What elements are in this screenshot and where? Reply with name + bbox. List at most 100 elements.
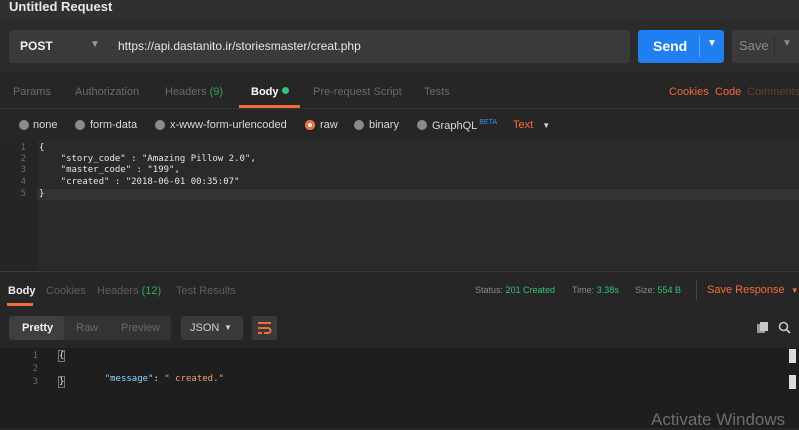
response-headers-count: (12) bbox=[141, 285, 162, 297]
send-label: Send bbox=[653, 38, 688, 54]
chevron-down-icon: ▼ bbox=[790, 286, 799, 295]
radio-none-label[interactable]: none bbox=[33, 119, 57, 131]
response-toolbar: Pretty Raw Preview JSON ▼ bbox=[0, 308, 799, 348]
tab-pre-request-script[interactable]: Pre-request Script bbox=[313, 86, 402, 98]
format-label: JSON bbox=[190, 322, 220, 334]
radio-urlencoded-label[interactable]: x-www-form-urlencoded bbox=[170, 119, 287, 131]
line-number: 3 bbox=[32, 377, 38, 387]
active-line-highlight bbox=[37, 189, 799, 200]
tab-params[interactable]: Params bbox=[13, 86, 51, 98]
status-value[interactable]: 201 Created bbox=[506, 285, 556, 295]
raw-button[interactable]: Raw bbox=[76, 322, 98, 334]
tab-authorization[interactable]: Authorization bbox=[75, 86, 139, 98]
line-number: 1 bbox=[20, 143, 26, 153]
response-status: Status: 201 Created bbox=[475, 285, 555, 295]
body-type-options: none form-data x-www-form-urlencoded raw… bbox=[0, 109, 799, 139]
url-input[interactable]: https://api.dastanito.ir/storiesmaster/c… bbox=[109, 30, 630, 63]
code-line: "story_code" : "Amazing Pillow 2.0", bbox=[39, 154, 256, 164]
wrap-lines-button[interactable] bbox=[252, 316, 277, 340]
tab-headers[interactable]: Headers (9) bbox=[165, 86, 223, 98]
time-value[interactable]: 3.38s bbox=[597, 285, 619, 295]
status-label: Status: bbox=[475, 285, 504, 295]
code-line: "master_code" : "199", bbox=[39, 165, 180, 175]
pretty-label: Pretty bbox=[22, 322, 54, 334]
chevron-down-icon: ▼ bbox=[542, 121, 551, 130]
radio-raw[interactable] bbox=[305, 120, 315, 130]
save-response-button[interactable]: Save Response ▼ bbox=[707, 284, 799, 296]
chevron-down-icon: ▼ bbox=[224, 323, 232, 332]
response-tab-body[interactable]: Body bbox=[8, 285, 36, 297]
request-body-editor[interactable]: 1 2 3 4 5 { "story_code" : "Amazing Pill… bbox=[0, 140, 799, 270]
json-line: "message": " created." bbox=[83, 364, 224, 394]
method-label: POST bbox=[20, 39, 53, 53]
tab-body-label: Body bbox=[251, 86, 279, 98]
response-tab-cookies[interactable]: Cookies bbox=[46, 285, 86, 297]
save-divider bbox=[774, 37, 775, 57]
status-dot-icon bbox=[281, 87, 289, 94]
format-select[interactable]: JSON ▼ bbox=[181, 316, 243, 340]
radio-urlencoded[interactable] bbox=[155, 120, 165, 130]
radio-binary-label[interactable]: binary bbox=[369, 119, 399, 131]
view-mode-group: Pretty Raw Preview bbox=[9, 316, 171, 340]
copy-icon[interactable] bbox=[756, 321, 769, 334]
send-button[interactable]: Send ▼ bbox=[638, 30, 724, 63]
radio-binary[interactable] bbox=[354, 120, 364, 130]
editor-gutter: 1 2 3 4 5 bbox=[0, 140, 37, 270]
comments-link[interactable]: Comments bbox=[747, 86, 799, 98]
scrollbar-thumb[interactable] bbox=[789, 349, 796, 363]
radio-graphql-label[interactable]: GraphQL BETA bbox=[432, 119, 497, 132]
search-icon[interactable] bbox=[778, 321, 791, 334]
code-link[interactable]: Code bbox=[715, 86, 741, 98]
active-tab-indicator bbox=[239, 105, 300, 108]
line-number: 2 bbox=[20, 154, 26, 164]
save-response-label: Save Response bbox=[707, 284, 785, 296]
size-value[interactable]: 554 B bbox=[658, 285, 682, 295]
request-title[interactable]: Untitled Request bbox=[9, 0, 112, 15]
response-header: Body Cookies Headers (12) Test Results S… bbox=[0, 271, 799, 308]
url-bar: POST ▼ https://api.dastanito.ir/storiesm… bbox=[0, 20, 799, 72]
request-tabs: Params Authorization Headers (9) Body Pr… bbox=[0, 72, 799, 109]
json-value: " created." bbox=[164, 374, 224, 384]
code-line: "created" : "2018-06-01 00:35:07" bbox=[39, 177, 240, 187]
tab-headers-count: (9) bbox=[209, 86, 224, 98]
line-number: 4 bbox=[20, 177, 26, 187]
tab-tests[interactable]: Tests bbox=[424, 86, 450, 98]
pretty-button[interactable]: Pretty bbox=[9, 316, 64, 340]
brace-close: } bbox=[57, 376, 66, 388]
response-tab-test-results[interactable]: Test Results bbox=[176, 285, 236, 297]
divider bbox=[696, 280, 697, 300]
tab-body[interactable]: Body bbox=[251, 86, 289, 98]
preview-button[interactable]: Preview bbox=[121, 322, 160, 334]
json-key: "message" bbox=[104, 374, 154, 384]
line-number: 3 bbox=[20, 165, 26, 175]
size-label: Size: bbox=[635, 285, 656, 295]
text-mode-label: Text bbox=[513, 119, 534, 131]
response-time: Time: 3.38s bbox=[572, 285, 619, 295]
save-label: Save bbox=[739, 38, 769, 53]
scrollbar-thumb[interactable] bbox=[789, 375, 796, 389]
radio-raw-label[interactable]: raw bbox=[320, 119, 338, 131]
method-select[interactable]: POST ▼ bbox=[9, 30, 109, 63]
wrap-lines-icon bbox=[258, 322, 272, 334]
url-text: https://api.dastanito.ir/storiesmaster/c… bbox=[118, 39, 361, 53]
os-activation-watermark: Activate Windows bbox=[651, 410, 786, 429]
beta-badge: BETA bbox=[479, 119, 498, 126]
save-button[interactable]: Save ▼ bbox=[732, 30, 799, 63]
code-line: { bbox=[39, 143, 45, 153]
line-number: 2 bbox=[32, 364, 38, 374]
text-mode-select[interactable]: Text ▼ bbox=[513, 119, 550, 131]
code-line: } bbox=[39, 189, 45, 199]
line-number: 5 bbox=[20, 189, 26, 199]
radio-form-data[interactable] bbox=[75, 120, 85, 130]
save-options-chevron-icon[interactable]: ▼ bbox=[782, 38, 792, 49]
radio-none[interactable] bbox=[19, 120, 29, 130]
radio-form-data-label[interactable]: form-data bbox=[90, 119, 137, 131]
tab-headers-label: Headers bbox=[165, 86, 207, 98]
send-divider bbox=[699, 36, 700, 57]
send-options-chevron-icon[interactable]: ▼ bbox=[707, 38, 717, 49]
response-tab-headers[interactable]: Headers (12) bbox=[97, 285, 161, 297]
cookies-link[interactable]: Cookies bbox=[669, 86, 709, 98]
brace-open: { bbox=[57, 350, 66, 362]
radio-graphql[interactable] bbox=[417, 120, 427, 130]
line-number: 1 bbox=[32, 351, 38, 361]
